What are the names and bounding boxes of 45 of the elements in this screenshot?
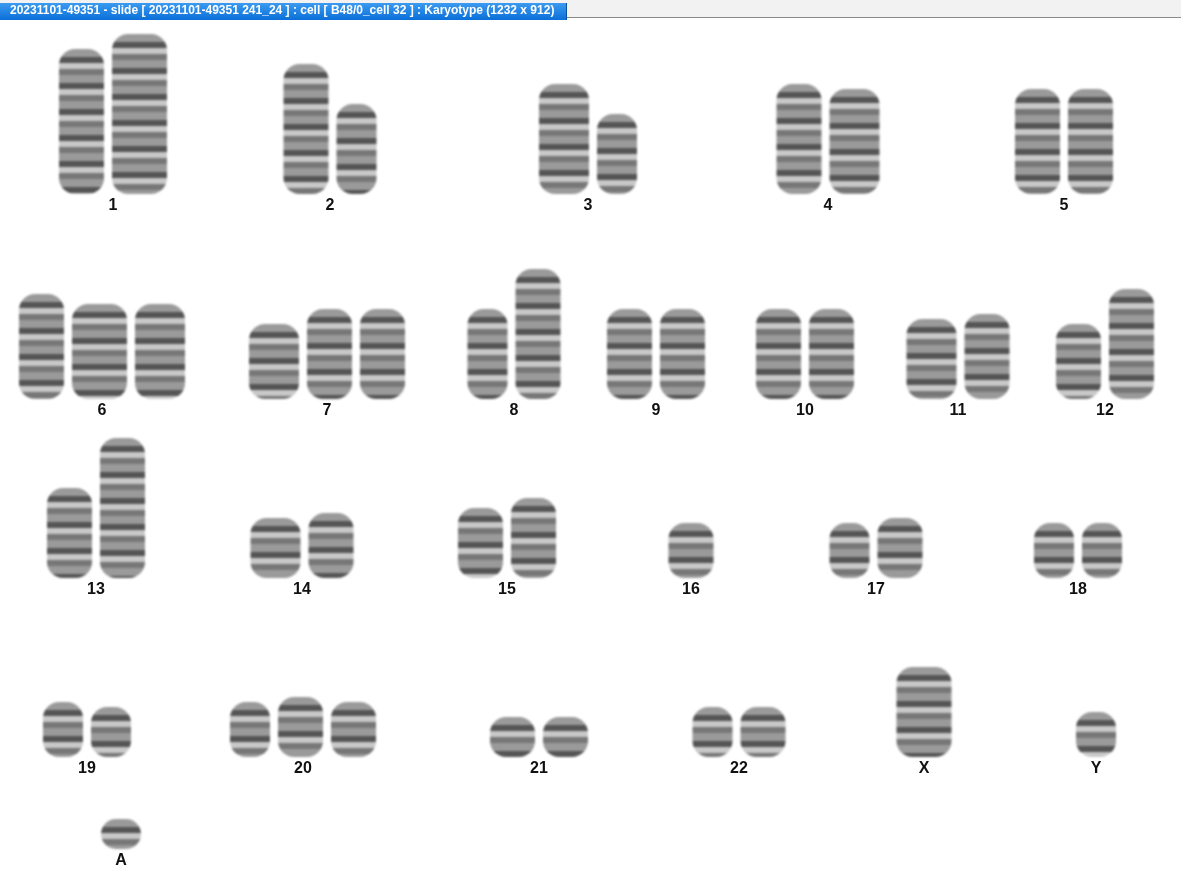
- chromosome-label: 18: [1069, 581, 1087, 597]
- chromosome-image: [250, 518, 301, 578]
- chromosome-image: [278, 697, 323, 757]
- chromosome-label: A: [115, 852, 127, 868]
- chromosome-label: 14: [293, 581, 311, 597]
- chromosome-label: 16: [682, 581, 700, 597]
- chromosome-image: [1076, 712, 1116, 757]
- chromosome-image: [1034, 523, 1074, 578]
- chromosome-image: [458, 508, 503, 578]
- chromosome-label: 5: [1059, 197, 1069, 213]
- window-title: 20231101-49351 - slide [ 20231101-49351 241_24 ] : cell [ B48/0_cell 32 ] : Karyotype (1232 x 912): [0, 3, 568, 20]
- chromosome-image: [692, 707, 733, 757]
- chromosome-image: [1082, 523, 1122, 578]
- chromosome-label: 21: [530, 760, 548, 776]
- chromosome-label: 19: [78, 760, 96, 776]
- chromosome-label: 9: [651, 402, 661, 418]
- chromosome-label: 7: [322, 402, 332, 418]
- chromosome-label: 4: [823, 197, 833, 213]
- chromosome-label: 15: [498, 581, 516, 597]
- chromosome-label: 6: [97, 402, 107, 418]
- chromosome-label: 13: [87, 581, 105, 597]
- chromosome-image: [829, 523, 870, 578]
- chromosome-label: 12: [1096, 402, 1114, 418]
- chromosome-label: 22: [730, 760, 748, 776]
- chromosome-label: 10: [796, 402, 814, 418]
- chromosome-label: 1: [108, 197, 118, 213]
- chromosome-label: Y: [1090, 760, 1102, 776]
- chromosome-label: 8: [509, 402, 519, 418]
- chromosome-image: [331, 702, 376, 757]
- chromosome-label: 20: [294, 760, 312, 776]
- chromosome-label: 17: [867, 581, 885, 597]
- chromosome-label: X: [918, 760, 930, 776]
- chromosome-image: [490, 717, 535, 757]
- chromosome-image: [543, 717, 588, 757]
- chromosome-image: [877, 518, 923, 578]
- chromosome-image: [668, 523, 714, 578]
- chromosome-image: [740, 707, 786, 757]
- chromosome-label: 2: [325, 197, 335, 213]
- chromosome-image: [230, 702, 270, 757]
- chromosome-image: [308, 513, 354, 578]
- chromosome-label: 3: [583, 197, 593, 213]
- chromosome-image: [101, 819, 141, 849]
- chromosome-image: [91, 707, 131, 757]
- chromosome-label: 11: [949, 402, 967, 418]
- chromosome-image: [43, 702, 83, 757]
